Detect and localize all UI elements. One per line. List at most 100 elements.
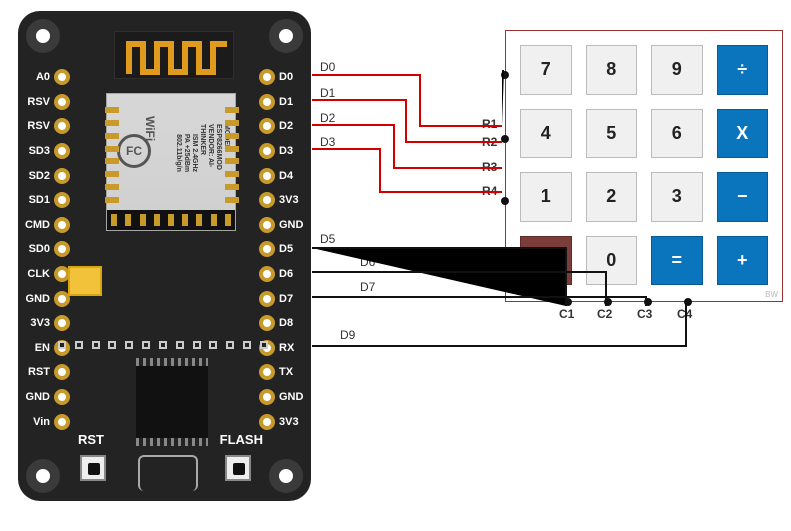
pin-label-d9: D9 [340,328,355,342]
mount-hole [269,459,303,493]
smd-component [68,266,102,296]
keypad-col-pin [644,298,652,306]
pin-ring [54,118,70,134]
pin-label: SD1 [24,194,54,206]
pin-sd0: SD0 [24,237,70,262]
flash-button[interactable] [225,455,251,481]
col-label-c4: C4 [677,307,692,321]
key-8[interactable]: 8 [586,45,638,95]
gpio-silkscreen-row [58,341,268,359]
pin-rst: RST [24,360,70,385]
pin-label: RX [275,342,305,354]
rst-button[interactable] [80,455,106,481]
pin-label-d5: D5 [320,232,335,246]
pin-label: D8 [275,317,305,329]
pin-ring [54,217,70,233]
pin-label: D6 [275,268,305,280]
usb-serial-chip [136,366,208,438]
pin-gnd: GND [24,286,70,311]
pin-label: CLK [24,268,54,280]
keypad-row-pin [501,259,509,267]
pin-d4: D4 [259,163,305,188]
right-pin-header: D0D1D2D3D43V3GNDD5D6D7D8RXTXGND3V3 [259,65,305,434]
pin-ring [259,364,275,380]
pin-label: D5 [275,243,305,255]
key-5[interactable]: 5 [586,109,638,159]
pin-label: RSV [24,120,54,132]
pin-ring [54,389,70,405]
pin-label: D7 [275,293,305,305]
pin-label: GND [24,293,54,305]
pin-label: 3V3 [275,416,305,428]
watermark: BW [765,290,778,299]
col-label-c3: C3 [637,307,652,321]
key-onc[interactable]: ON⁄C [520,236,572,286]
pin-ring [54,168,70,184]
module-line: 802.11b/g/n [174,134,182,172]
row-label-r4: R4 [482,184,497,198]
pin-3v3: 3V3 [24,311,70,336]
pin-d7: D7 [259,286,305,311]
key-[interactable]: + [717,236,769,286]
pin-ring [259,266,275,282]
pin-d5: D5 [259,237,305,262]
pin-label: GND [275,391,305,403]
key-2[interactable]: 2 [586,172,638,222]
pin-label: 3V3 [24,317,54,329]
pin-label-d6: D6 [360,255,375,269]
pin-d0: D0 [259,65,305,90]
pin-label: D1 [275,96,305,108]
pin-3v3: 3V3 [259,188,305,213]
pin-label: SD3 [24,145,54,157]
key-3[interactable]: 3 [651,172,703,222]
key-9[interactable]: 9 [651,45,703,95]
pin-ring [54,315,70,331]
key-7[interactable]: 7 [520,45,572,95]
pin-ring [259,69,275,85]
pin-ring [259,241,275,257]
mount-hole [26,459,60,493]
pin-label-d2: D2 [320,111,335,125]
col-label-c1: C1 [559,307,574,321]
key-[interactable]: ÷ [717,45,769,95]
key-6[interactable]: 6 [651,109,703,159]
pin-label: GND [275,219,305,231]
pin-ring [259,143,275,159]
pin-3v3: 3V3 [259,409,305,434]
col-label-c2: C2 [597,307,612,321]
pin-ring [54,241,70,257]
module-line: ISM 2.4GHz [190,134,198,172]
pin-a0: A0 [24,65,70,90]
mount-hole [26,19,60,53]
row-label-r1: R1 [482,117,497,131]
keypad-col-pin [684,298,692,306]
keypad-row-pin [501,197,509,205]
key-0[interactable]: 0 [586,236,638,286]
pin-label: A0 [24,71,54,83]
rst-label: RST [78,432,104,447]
key-x[interactable]: X [717,109,769,159]
key-[interactable]: = [651,236,703,286]
pin-ring [259,217,275,233]
mount-hole [269,19,303,53]
pin-ring [259,94,275,110]
key-4[interactable]: 4 [520,109,572,159]
pin-label-d3: D3 [320,135,335,149]
nodemcu-board: FC WiFi MODEL: ESP8266MOD VENDOR: AI-THI… [18,11,311,501]
key-[interactable]: − [717,172,769,222]
pin-ring [259,168,275,184]
pin-ring [54,414,70,430]
pin-label: RSV [24,96,54,108]
pin-gnd: GND [24,385,70,410]
pin-label: SD2 [24,170,54,182]
pin-label: Vin [24,416,54,428]
pin-label: TX [275,366,305,378]
keypad-col-pin [564,298,572,306]
key-1[interactable]: 1 [520,172,572,222]
pin-cmd: CMD [24,213,70,238]
pin-gnd: GND [259,213,305,238]
pin-ring [54,192,70,208]
module-line: PA +25dBm [182,134,190,172]
pin-d6: D6 [259,262,305,287]
pin-label-d0: D0 [320,60,335,74]
